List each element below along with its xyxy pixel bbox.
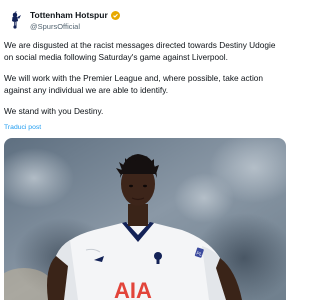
cockerel-logo-icon bbox=[12, 11, 21, 29]
tweet-paragraph-1: We are disgusted at the racist messages … bbox=[4, 40, 276, 62]
tweet-text: We are disgusted at the racist messages … bbox=[4, 40, 286, 128]
tweet-header: Tottenham Hotspur @SpursOfficial bbox=[0, 0, 290, 40]
translate-post-link[interactable]: Traduci post bbox=[4, 124, 41, 131]
account-name-row[interactable]: Tottenham Hotspur bbox=[30, 10, 120, 20]
player-photo-image: PL AIA bbox=[4, 138, 286, 300]
tweet-paragraph-2: We will work with the Premier League and… bbox=[4, 73, 264, 95]
account-handle[interactable]: @SpursOfficial bbox=[30, 22, 80, 31]
shirt-sponsor-label: AIA bbox=[114, 278, 152, 300]
verified-badge-icon bbox=[110, 10, 120, 20]
tweet-photo[interactable]: PL AIA bbox=[4, 138, 286, 300]
account-name[interactable]: Tottenham Hotspur bbox=[30, 10, 108, 20]
tweet-paragraph-3: We stand with you Destiny. bbox=[4, 106, 104, 116]
club-avatar[interactable] bbox=[4, 9, 26, 31]
